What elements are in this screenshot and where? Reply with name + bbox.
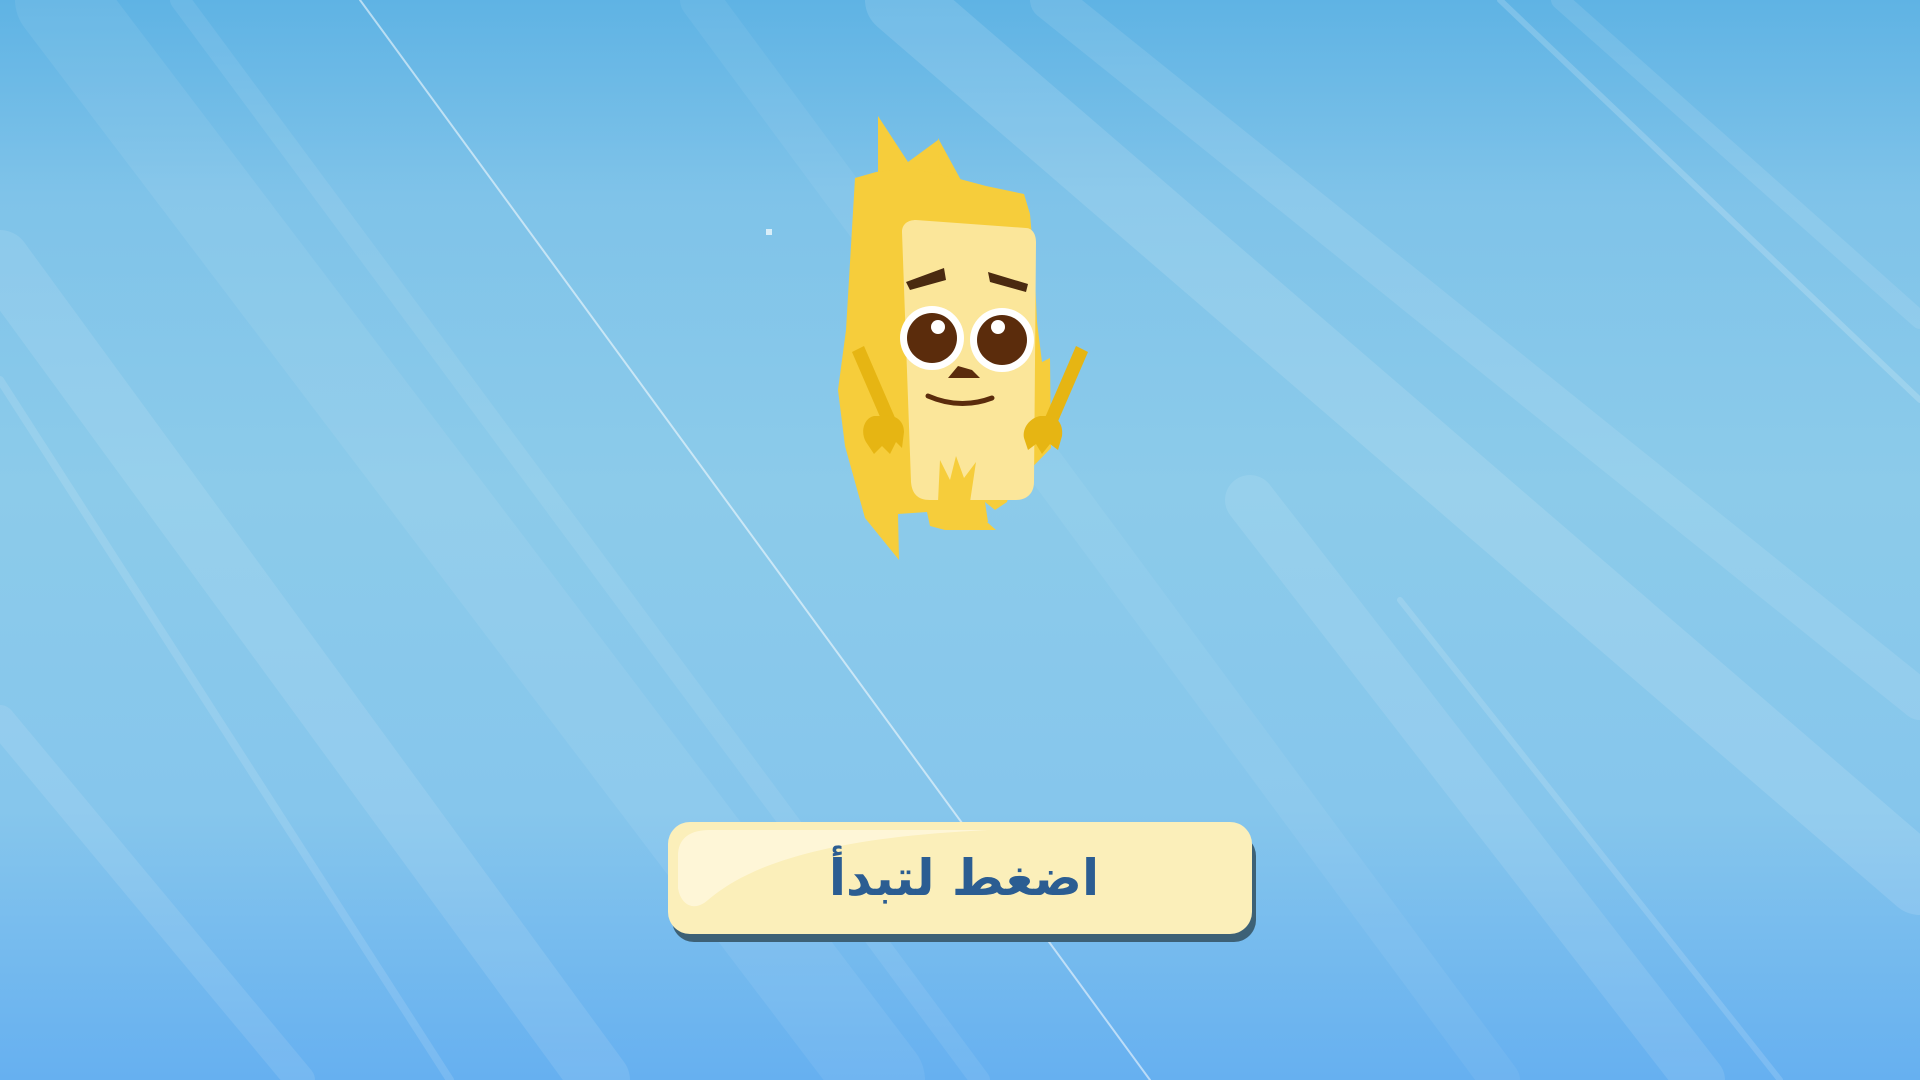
mascot-character (838, 116, 1088, 560)
start-button-label: اضغط لتبدأ (828, 849, 1100, 907)
mascot-right-arm (1044, 346, 1088, 426)
start-button[interactable]: اضغط لتبدأ (668, 822, 1260, 946)
game-start-screen[interactable]: اضغط لتبدأ (0, 0, 1920, 1080)
sparkle (766, 229, 772, 235)
